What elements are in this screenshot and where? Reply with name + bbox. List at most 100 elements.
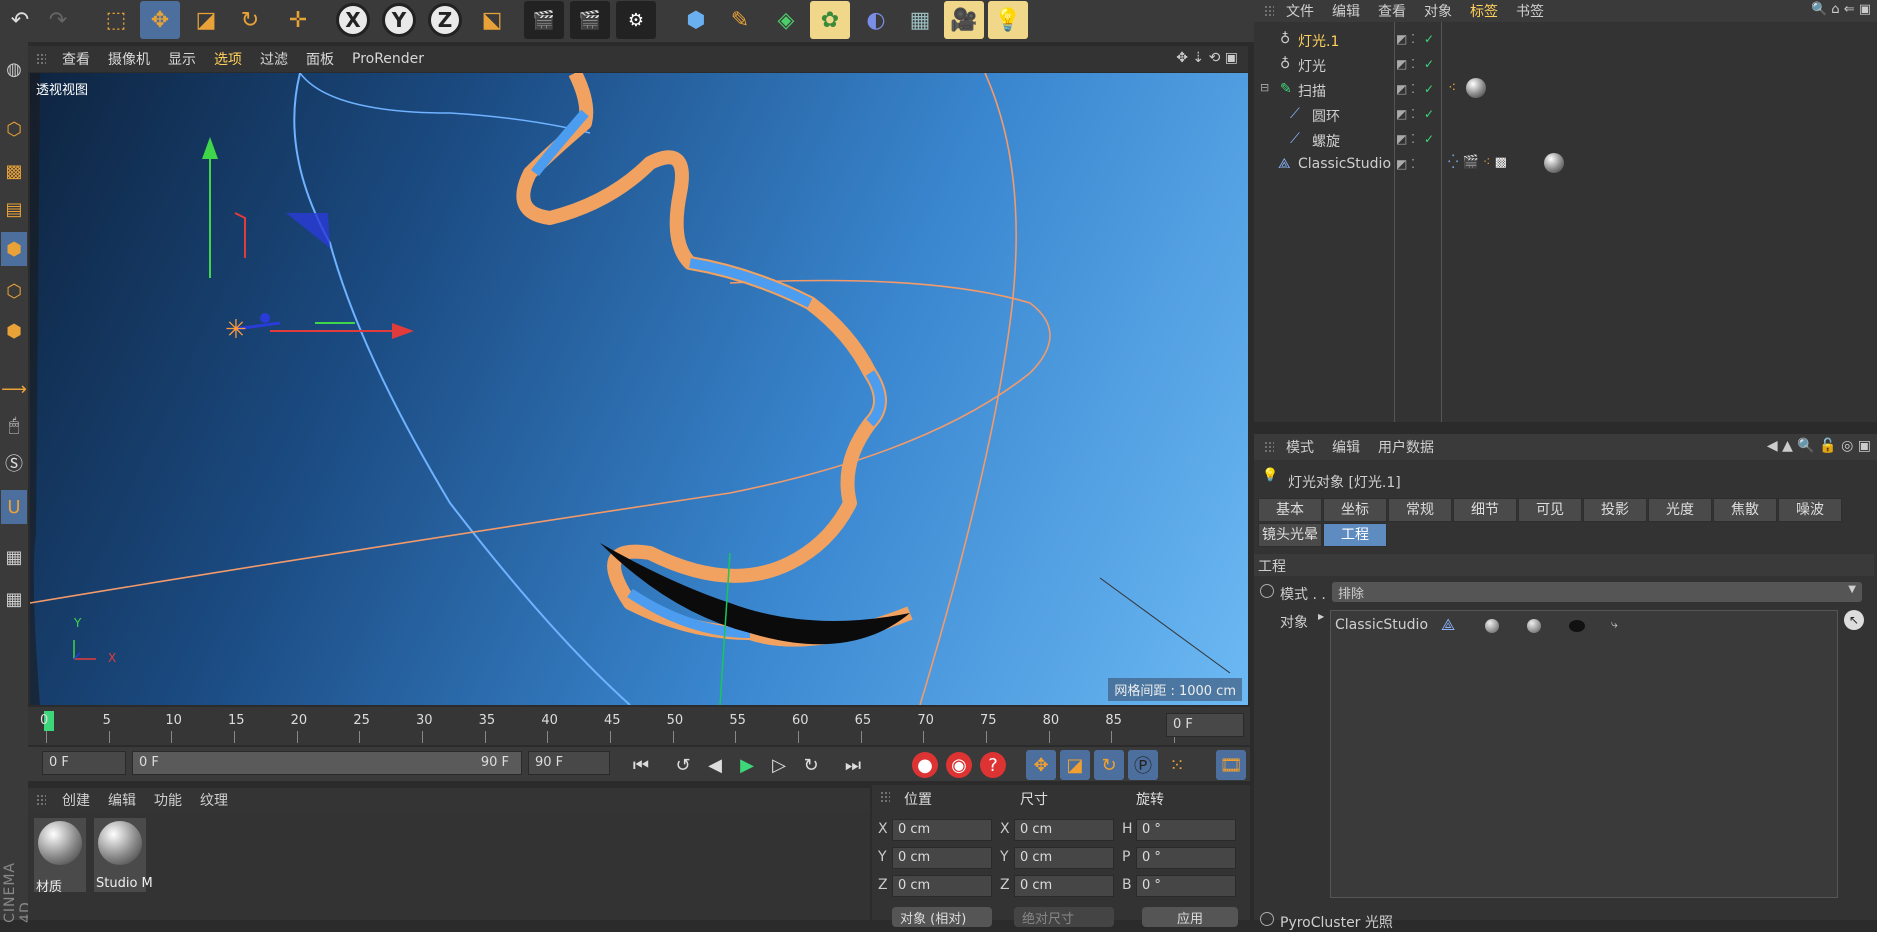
viewport-menu-view[interactable]: 查看 [62,49,90,69]
pyrocluster-radio[interactable] [1260,912,1274,926]
previous-key-icon[interactable]: ↺ [668,750,698,780]
mode-anim-radio[interactable] [1260,584,1274,598]
object-row-light1[interactable]: ♁ 灯光.1 ◩ ⁚ ✓ [1254,28,1874,52]
phong-tag-icon[interactable]: ⁖ [1448,80,1456,96]
polygons-mode-icon[interactable]: ⬢ [1,314,27,348]
shadow-flag-icon[interactable] [1569,620,1585,632]
list-item[interactable]: ClassicStudio ⟁ ⤷ [1335,615,1835,637]
viewport-menu-camera[interactable]: 摄像机 [108,49,150,69]
obj-menu-file[interactable]: 文件 [1286,1,1314,21]
render-view-icon[interactable]: 🎬 [524,1,564,39]
start-frame-field[interactable]: 0 F [42,751,126,775]
viewport-menu-filter[interactable]: 过滤 [260,49,288,69]
attr-tab[interactable]: 工程 [1323,523,1387,547]
workplane-icon[interactable]: ▤ [1,192,27,226]
key-scale-icon[interactable]: ◪ [1060,750,1090,780]
timeline-window-icon[interactable]: 🎞 [1216,750,1246,780]
illumination-flag-icon[interactable] [1485,619,1499,633]
attr-tab[interactable]: 细节 [1453,498,1517,522]
render-to-picture-viewer-icon[interactable]: 🎬 [570,1,610,39]
attr-tab[interactable]: 镜头光晕 [1258,523,1322,547]
redo-icon[interactable]: ↷ [38,1,78,39]
viewport-menu-panel[interactable]: 面板 [306,49,334,69]
attr-tab[interactable]: 坐标 [1323,498,1387,522]
camera-icon[interactable]: 🎥 [944,1,984,39]
move-icon[interactable]: ✥ [140,1,180,39]
object-row-classicstudio[interactable]: ⟁ ClassicStudio ◩ ⁚ ⁛ 🎬 ⁖ ▩ [1254,153,1874,177]
object-row-circle[interactable]: ⟋ 圆环 ◩ ⁚ ✓ [1254,103,1874,127]
obj-menu-view[interactable]: 查看 [1378,1,1406,21]
studio-tag-icons[interactable]: ⁛ 🎬 ⁖ ▩ [1448,155,1507,170]
attr-nav-icons[interactable]: ◀ ▲ 🔍 🔓 ◎ ▣ [1767,438,1871,454]
size-z-field[interactable]: 0 cm [1014,875,1114,897]
end-frame-field[interactable]: 90 F [528,751,610,775]
rotate-icon[interactable]: ↻ [230,1,270,39]
coord-mode-dropdown[interactable]: 对象 (相对) [892,907,992,927]
attr-menu-mode[interactable]: 模式 [1286,437,1314,457]
keyframe-selection-icon[interactable]: ? [980,752,1006,778]
hierarchy-flag-icon[interactable]: ⤷ [1611,617,1618,632]
rot-h-field[interactable]: 0 ° [1136,819,1236,841]
layer-icon[interactable]: ◩ ⁚ [1396,157,1415,171]
current-frame-field[interactable]: 0 F [1166,713,1244,737]
enabled-check-icon[interactable]: ✓ [1424,107,1434,121]
attr-menu-edit[interactable]: 编辑 [1332,437,1360,457]
texture-mode-icon[interactable]: ▩ [1,154,27,188]
pos-z-field[interactable]: 0 cm [892,875,992,897]
enabled-check-icon[interactable]: ✓ [1424,32,1434,46]
attr-tab[interactable]: 可见 [1518,498,1582,522]
object-row-light[interactable]: ♁ 灯光 ◩ ⁚ ✓ [1254,53,1874,77]
attr-tab[interactable]: 光度 [1648,498,1712,522]
transform-icon[interactable]: ✛ [278,1,318,39]
layer-icon[interactable]: ◩ ⁚ [1396,82,1415,96]
object-row-helix[interactable]: ⟋ 螺旋 ◩ ⁚ ✓ [1254,128,1874,152]
rot-p-field[interactable]: 0 ° [1136,847,1236,869]
material-menu-create[interactable]: 创建 [62,790,90,810]
obj-menu-object[interactable]: 对象 [1424,1,1452,21]
layer-icon[interactable]: ◩ ⁚ [1396,107,1415,121]
magnet-icon[interactable]: U [1,490,27,524]
material-tag-icon[interactable] [1544,153,1564,173]
cloner-icon[interactable]: ✿ [810,1,850,39]
previous-frame-icon[interactable]: ◀ [700,750,730,780]
edges-mode-icon[interactable]: ⬡ [1,274,27,308]
record-icon[interactable]: ● [912,752,938,778]
frame-range-slider[interactable]: 0 F 90 F [132,751,522,775]
include-exclude-list[interactable]: ClassicStudio ⟁ ⤷ [1330,610,1838,898]
obj-menu-tags[interactable]: 标签 [1470,1,1498,21]
pick-cursor-icon[interactable]: ↖ [1844,610,1864,630]
x-axis-lock[interactable]: X [336,3,370,37]
material-tag-icon[interactable] [1466,78,1486,98]
object-row-sweep[interactable]: ⊟ ✎ 扫描 ◩ ⁚ ✓ ⁖ [1254,78,1874,102]
autokey-icon[interactable]: ◉ [946,752,972,778]
enabled-check-icon[interactable]: ✓ [1424,82,1434,96]
layer-icon[interactable]: ◩ ⁚ [1396,32,1415,46]
axis-mode-icon[interactable]: ⟶ [1,372,27,406]
rot-b-field[interactable]: 0 ° [1136,875,1236,897]
render-settings-icon[interactable]: ⚙ [616,1,656,39]
perspective-viewport[interactable]: ✳ 透视视图 Y X 网格间距 : 1000 cm [30,73,1248,705]
size-x-field[interactable]: 0 cm [1014,819,1114,841]
play-icon[interactable]: ▶ [732,750,762,780]
attr-tab[interactable]: 焦散 [1713,498,1777,522]
viewport-menu-options[interactable]: 选项 [214,49,242,69]
floor-icon[interactable]: ▦ [900,1,940,39]
material-swatch[interactable]: Studio M [94,818,153,892]
subdivision-icon[interactable]: ◈ [766,1,806,39]
material-menu-edit[interactable]: 编辑 [108,790,136,810]
coordinate-system-icon[interactable]: ⬕ [472,1,512,39]
enabled-check-icon[interactable]: ✓ [1424,57,1434,71]
obj-manager-nav-icons[interactable]: 🔍 ⌂ ⇐ ▣ [1811,2,1871,17]
y-axis-lock[interactable]: Y [382,3,416,37]
cube-icon[interactable]: ⬢ [676,1,716,39]
material-menu-function[interactable]: 功能 [154,790,182,810]
obj-menu-bookmarks[interactable]: 书签 [1516,1,1544,21]
workplane-lock-icon[interactable]: ▦ [1,540,27,574]
scale-icon[interactable]: ◪ [186,1,226,39]
z-axis-lock[interactable]: Z [428,3,462,37]
undo-icon[interactable]: ↶ [0,1,40,39]
size-mode-dropdown[interactable]: 绝对尺寸 [1014,907,1114,927]
attr-tab[interactable]: 投影 [1583,498,1647,522]
material-menu-texture[interactable]: 纹理 [200,790,228,810]
globe-icon[interactable]: ◍ [1,52,27,86]
